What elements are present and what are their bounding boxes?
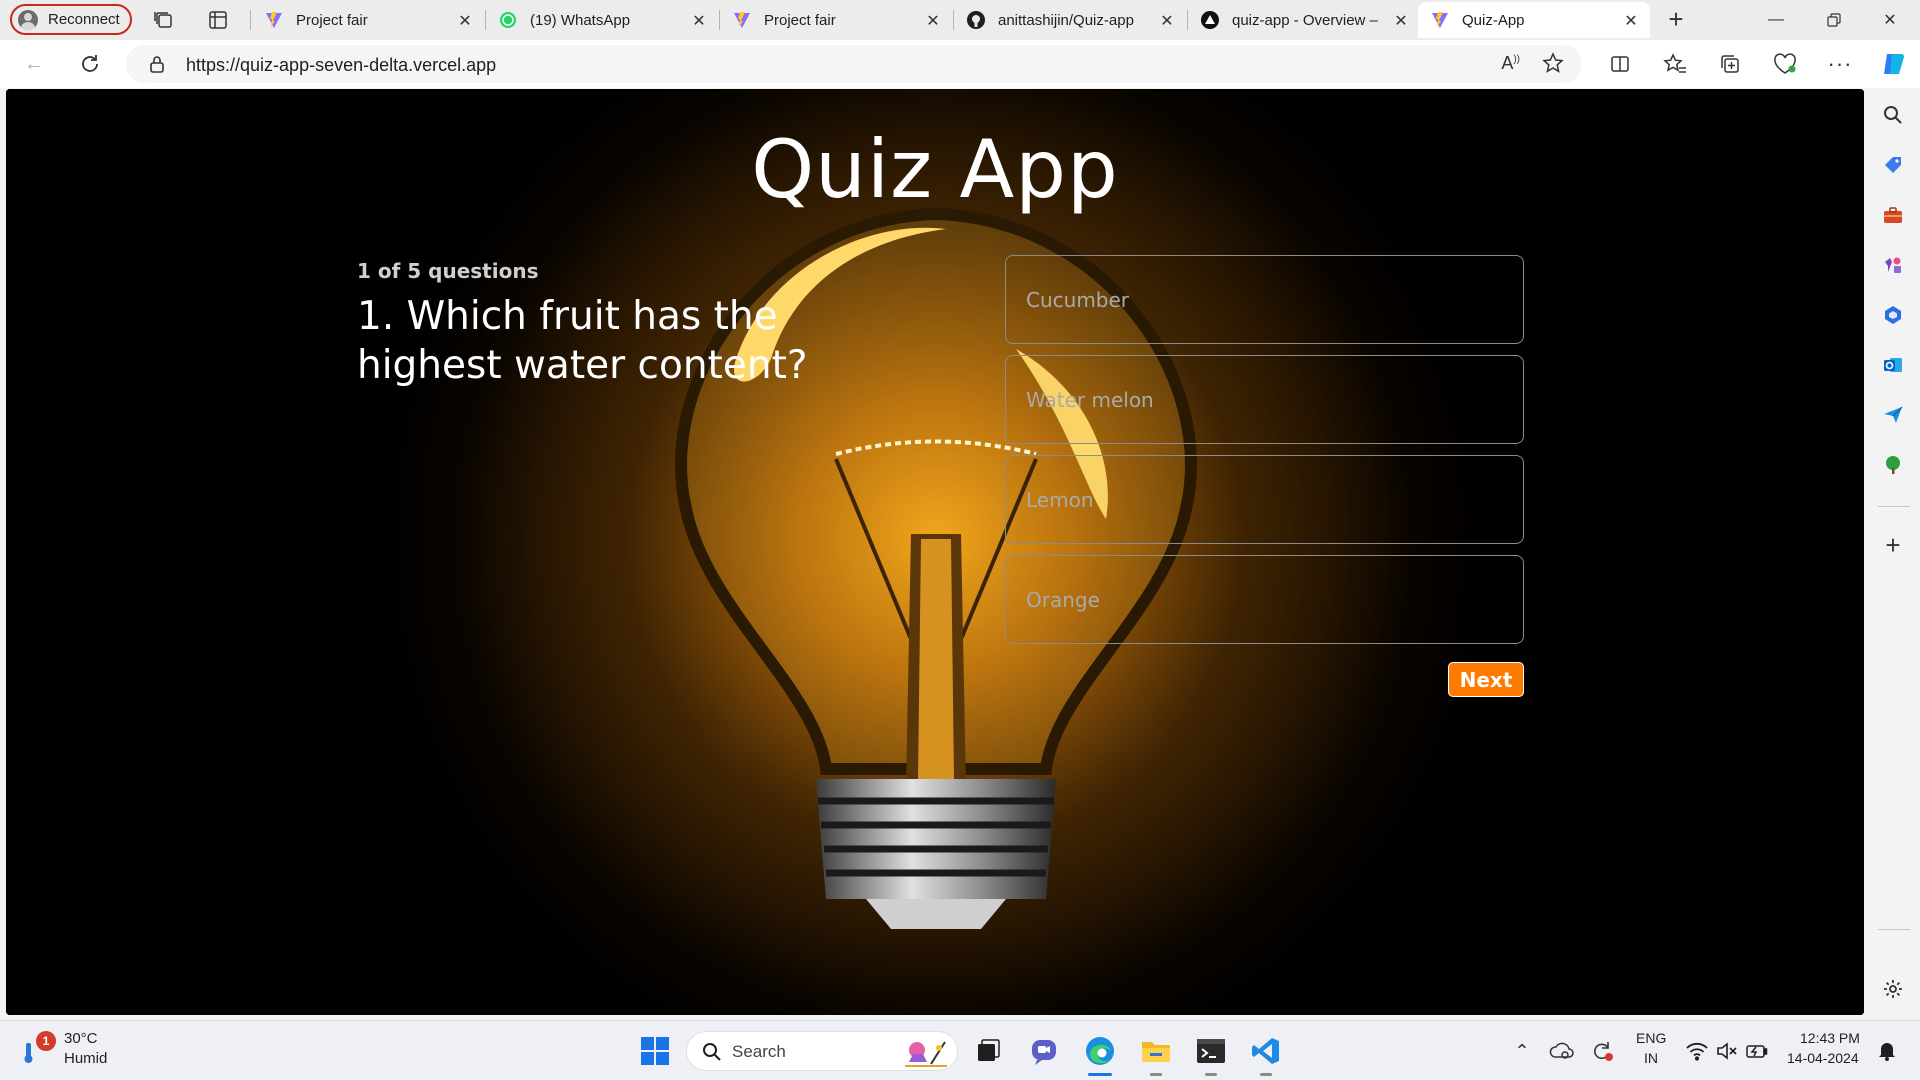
taskbar-search[interactable]: Search (686, 1031, 958, 1071)
file-explorer-icon[interactable] (1139, 1034, 1173, 1068)
answer-option-cucumber[interactable]: Cucumber (1005, 255, 1524, 344)
vite-favicon-icon (732, 10, 752, 30)
search-icon (701, 1041, 723, 1068)
search-highlight-icon (901, 1036, 951, 1073)
question-text: 1. Which fruit has the highest water con… (357, 294, 808, 388)
wifi-icon[interactable] (1680, 1034, 1714, 1068)
back-icon[interactable]: ← (20, 50, 48, 78)
more-menu-icon[interactable]: ··· (1826, 50, 1854, 78)
sidebar-divider (1878, 929, 1910, 930)
window-close-icon[interactable]: ✕ (1862, 0, 1918, 40)
lock-icon[interactable] (148, 54, 166, 79)
battery-charging-icon[interactable] (1740, 1034, 1774, 1068)
github-favicon-icon (966, 10, 986, 30)
address-bar[interactable]: https://quiz-app-seven-delta.vercel.app … (126, 45, 1582, 83)
add-sidebar-app-icon[interactable]: + (1880, 530, 1906, 560)
windows-taskbar: 1 30°C Humid Search ⌃ ENG IN 12:43 PM 14… (0, 1020, 1920, 1080)
profile-label: Reconnect (48, 11, 120, 28)
running-app-indicator (1205, 1073, 1217, 1076)
tab-close-icon[interactable]: ✕ (1392, 11, 1410, 31)
terminal-icon[interactable] (1194, 1034, 1228, 1068)
clock-date[interactable]: 14-04-2024 (1787, 1050, 1859, 1066)
page-title: Quiz App (751, 123, 1119, 216)
tab-close-icon[interactable]: ✕ (690, 11, 708, 31)
teams-chat-icon[interactable] (1027, 1034, 1061, 1068)
favorites-icon[interactable] (1661, 50, 1689, 78)
task-view-icon[interactable] (971, 1034, 1005, 1068)
vscode-icon[interactable] (1249, 1034, 1283, 1068)
show-hidden-icons-chevron-icon[interactable]: ⌃ (1505, 1034, 1539, 1068)
whatsapp-favicon-icon (498, 10, 518, 30)
settings-gear-icon[interactable] (1880, 976, 1906, 1002)
collections-icon[interactable] (1716, 50, 1744, 78)
restore-icon[interactable] (1806, 0, 1862, 40)
tab-strip: Reconnect Project fair ✕ (19) WhatsApp ✕… (0, 0, 1920, 40)
games-icon[interactable] (1880, 252, 1906, 278)
next-button[interactable]: Next (1448, 662, 1524, 697)
vertical-tabs-icon[interactable] (206, 8, 230, 32)
question-counter: 1 of 5 questions (357, 259, 539, 283)
lightbulb-background-image (6, 89, 1864, 1015)
notification-bell-icon[interactable] (1870, 1034, 1904, 1068)
shopping-tag-icon[interactable] (1880, 152, 1906, 178)
tab-project-fair-1[interactable]: Project fair ✕ (252, 2, 484, 38)
tab-whatsapp[interactable]: (19) WhatsApp ✕ (486, 2, 718, 38)
answer-option-lemon[interactable]: Lemon (1005, 455, 1524, 544)
tab-github-repo[interactable]: anittashijin/Quiz-app ✕ (954, 2, 1186, 38)
favorite-star-icon[interactable] (1542, 52, 1564, 79)
microsoft365-icon[interactable] (1880, 302, 1906, 328)
answer-option-orange[interactable]: Orange (1005, 555, 1524, 644)
tab-separator (250, 10, 251, 30)
vite-favicon-icon (1430, 10, 1450, 30)
vercel-favicon-icon (1200, 10, 1220, 30)
refresh-icon[interactable] (76, 50, 104, 78)
page-viewport: Quiz App 1 of 5 questions 1. Which fruit… (6, 89, 1864, 1015)
running-app-indicator (1150, 1073, 1162, 1076)
browser-essentials-icon[interactable] (1771, 50, 1799, 78)
tab-vercel-overview[interactable]: quiz-app - Overview – ✕ (1188, 2, 1420, 38)
tree-icon[interactable] (1880, 452, 1906, 478)
tab-project-fair-2[interactable]: Project fair ✕ (720, 2, 952, 38)
send-icon[interactable] (1880, 402, 1906, 428)
profile-avatar-icon (18, 9, 38, 30)
search-placeholder: Search (732, 1042, 786, 1061)
onedrive-sync-icon[interactable] (1545, 1034, 1579, 1068)
edge-sidebar: + (1866, 89, 1920, 1021)
tab-close-icon[interactable]: ✕ (456, 11, 474, 31)
edge-browser-icon[interactable] (1083, 1034, 1117, 1068)
tab-close-icon[interactable]: ✕ (924, 11, 942, 31)
volume-muted-icon[interactable] (1710, 1034, 1744, 1068)
read-aloud-icon[interactable]: A)) (1501, 53, 1520, 74)
weather-desc: Humid (64, 1050, 108, 1067)
running-app-indicator (1260, 1073, 1272, 1076)
outlook-icon[interactable] (1880, 352, 1906, 378)
active-app-indicator (1088, 1073, 1112, 1076)
copilot-icon[interactable] (1880, 50, 1908, 78)
language-secondary[interactable]: IN (1644, 1050, 1658, 1066)
browser-toolbar: ← https://quiz-app-seven-delta.vercel.ap… (0, 40, 1920, 88)
url-text: https://quiz-app-seven-delta.vercel.app (186, 55, 497, 75)
split-screen-icon[interactable] (1606, 50, 1634, 78)
weather-badge: 1 (36, 1031, 56, 1051)
sync-error-icon[interactable] (1585, 1034, 1619, 1068)
clock-time[interactable]: 12:43 PM (1800, 1030, 1860, 1046)
windows-start-icon[interactable] (638, 1034, 672, 1068)
answer-option-watermelon[interactable]: Water melon (1005, 355, 1524, 444)
profile-button[interactable]: Reconnect (10, 4, 132, 35)
minimize-icon[interactable]: — (1748, 0, 1804, 40)
weather-widget[interactable]: 1 (22, 1031, 56, 1065)
tab-close-icon[interactable]: ✕ (1622, 11, 1640, 31)
new-tab-icon[interactable]: + (1664, 6, 1688, 32)
tools-briefcase-icon[interactable] (1880, 202, 1906, 228)
tab-close-icon[interactable]: ✕ (1158, 11, 1176, 31)
search-icon[interactable] (1880, 102, 1906, 128)
workspaces-icon[interactable] (152, 8, 176, 32)
tab-quiz-app[interactable]: Quiz-App ✕ (1418, 2, 1650, 38)
vite-favicon-icon (264, 10, 284, 30)
sidebar-divider (1878, 506, 1910, 507)
language-primary[interactable]: ENG (1636, 1030, 1666, 1046)
weather-temp: 30°C (64, 1030, 98, 1047)
